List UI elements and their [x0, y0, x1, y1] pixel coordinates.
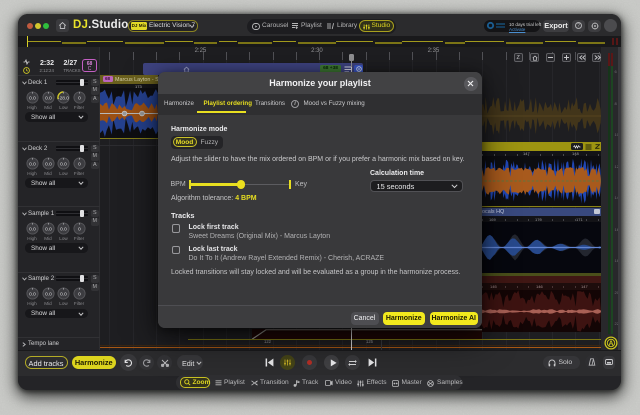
svg-text:0.0: 0.0 [45, 226, 52, 232]
svg-text:0.0: 0.0 [29, 292, 36, 298]
svg-text:0.0: 0.0 [60, 161, 67, 167]
svg-text:0.0: 0.0 [29, 95, 36, 101]
svg-text:0: 0 [78, 95, 81, 101]
svg-text:0: 0 [78, 161, 81, 167]
svg-text:0.0: 0.0 [29, 226, 36, 232]
svg-text:A: A [608, 341, 613, 348]
svg-text:-28.0: -28.0 [58, 95, 69, 101]
svg-text:0.0: 0.0 [45, 95, 52, 101]
svg-text:0.0: 0.0 [45, 161, 52, 167]
svg-text:0.0: 0.0 [60, 292, 67, 298]
svg-text:0: 0 [78, 226, 81, 232]
svg-text:0.0: 0.0 [45, 292, 52, 298]
svg-text:0.0: 0.0 [60, 226, 67, 232]
svg-text:0: 0 [78, 292, 81, 298]
svg-text:0.0: 0.0 [29, 161, 36, 167]
